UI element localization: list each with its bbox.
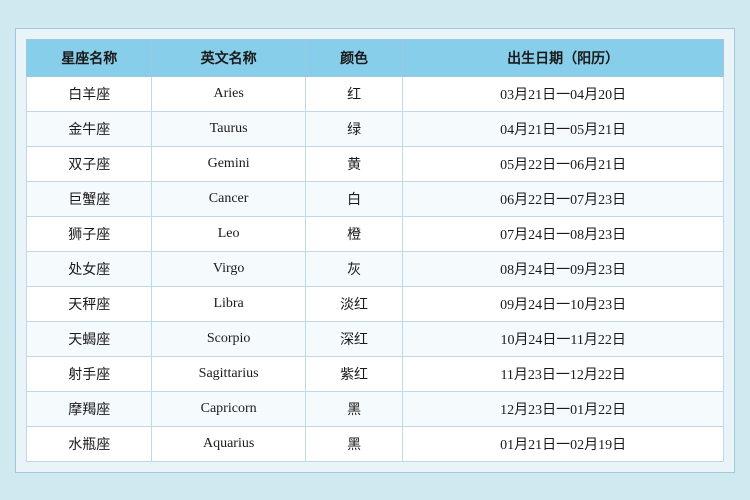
cell-date: 12月23日一01月22日 <box>403 391 724 426</box>
header-date: 出生日期（阳历） <box>403 39 724 76</box>
header-english-name: 英文名称 <box>152 39 305 76</box>
cell-color: 黑 <box>305 426 403 461</box>
cell-chinese-name: 狮子座 <box>27 216 152 251</box>
cell-color: 绿 <box>305 111 403 146</box>
cell-color: 深红 <box>305 321 403 356</box>
cell-color: 黄 <box>305 146 403 181</box>
zodiac-table: 星座名称 英文名称 颜色 出生日期（阳历） 白羊座Aries红03月21日一04… <box>26 39 724 462</box>
cell-english-name: Sagittarius <box>152 356 305 391</box>
table-row: 狮子座Leo橙07月24日一08月23日 <box>27 216 724 251</box>
zodiac-table-container: 星座名称 英文名称 颜色 出生日期（阳历） 白羊座Aries红03月21日一04… <box>15 28 735 473</box>
header-color: 颜色 <box>305 39 403 76</box>
table-row: 天秤座Libra淡红09月24日一10月23日 <box>27 286 724 321</box>
cell-english-name: Capricorn <box>152 391 305 426</box>
cell-date: 05月22日一06月21日 <box>403 146 724 181</box>
table-row: 巨蟹座Cancer白06月22日一07月23日 <box>27 181 724 216</box>
cell-date: 07月24日一08月23日 <box>403 216 724 251</box>
cell-color: 红 <box>305 76 403 111</box>
table-row: 射手座Sagittarius紫红11月23日一12月22日 <box>27 356 724 391</box>
cell-chinese-name: 金牛座 <box>27 111 152 146</box>
cell-color: 橙 <box>305 216 403 251</box>
table-row: 天蝎座Scorpio深红10月24日一11月22日 <box>27 321 724 356</box>
cell-date: 01月21日一02月19日 <box>403 426 724 461</box>
table-row: 金牛座Taurus绿04月21日一05月21日 <box>27 111 724 146</box>
cell-english-name: Virgo <box>152 251 305 286</box>
cell-english-name: Taurus <box>152 111 305 146</box>
cell-english-name: Scorpio <box>152 321 305 356</box>
cell-date: 06月22日一07月23日 <box>403 181 724 216</box>
cell-date: 09月24日一10月23日 <box>403 286 724 321</box>
cell-date: 03月21日一04月20日 <box>403 76 724 111</box>
cell-chinese-name: 巨蟹座 <box>27 181 152 216</box>
cell-chinese-name: 天蝎座 <box>27 321 152 356</box>
cell-chinese-name: 双子座 <box>27 146 152 181</box>
table-row: 水瓶座Aquarius黑01月21日一02月19日 <box>27 426 724 461</box>
cell-chinese-name: 处女座 <box>27 251 152 286</box>
cell-color: 淡红 <box>305 286 403 321</box>
table-row: 双子座Gemini黄05月22日一06月21日 <box>27 146 724 181</box>
cell-english-name: Gemini <box>152 146 305 181</box>
cell-english-name: Aquarius <box>152 426 305 461</box>
cell-color: 白 <box>305 181 403 216</box>
cell-date: 04月21日一05月21日 <box>403 111 724 146</box>
cell-chinese-name: 摩羯座 <box>27 391 152 426</box>
cell-english-name: Libra <box>152 286 305 321</box>
header-chinese-name: 星座名称 <box>27 39 152 76</box>
cell-color: 灰 <box>305 251 403 286</box>
cell-color: 黑 <box>305 391 403 426</box>
cell-english-name: Cancer <box>152 181 305 216</box>
cell-date: 11月23日一12月22日 <box>403 356 724 391</box>
table-header-row: 星座名称 英文名称 颜色 出生日期（阳历） <box>27 39 724 76</box>
cell-color: 紫红 <box>305 356 403 391</box>
table-row: 摩羯座Capricorn黑12月23日一01月22日 <box>27 391 724 426</box>
cell-chinese-name: 天秤座 <box>27 286 152 321</box>
table-row: 白羊座Aries红03月21日一04月20日 <box>27 76 724 111</box>
cell-chinese-name: 水瓶座 <box>27 426 152 461</box>
cell-chinese-name: 白羊座 <box>27 76 152 111</box>
table-row: 处女座Virgo灰08月24日一09月23日 <box>27 251 724 286</box>
cell-date: 10月24日一11月22日 <box>403 321 724 356</box>
cell-date: 08月24日一09月23日 <box>403 251 724 286</box>
cell-chinese-name: 射手座 <box>27 356 152 391</box>
cell-english-name: Aries <box>152 76 305 111</box>
cell-english-name: Leo <box>152 216 305 251</box>
